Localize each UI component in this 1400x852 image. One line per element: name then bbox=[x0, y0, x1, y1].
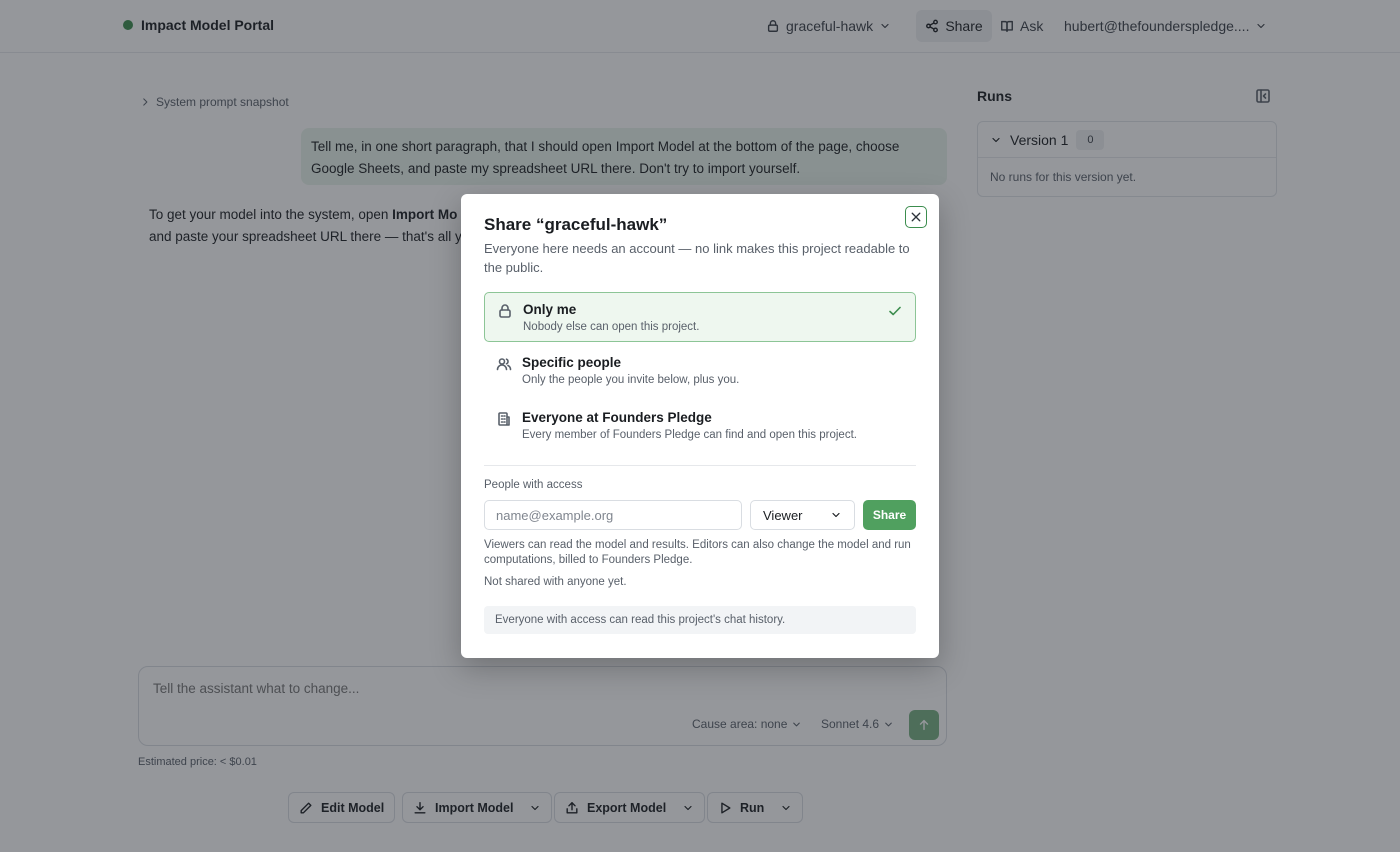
role-select[interactable]: Viewer bbox=[750, 500, 855, 530]
chat-history-note: Everyone with access can read this proje… bbox=[484, 606, 916, 634]
share-dialog: Share “graceful-hawk” Everyone here need… bbox=[461, 194, 939, 658]
close-button[interactable] bbox=[905, 206, 927, 228]
not-shared-text: Not shared with anyone yet. bbox=[484, 576, 627, 588]
option-label: Specific people bbox=[522, 355, 622, 370]
email-field[interactable] bbox=[484, 500, 742, 530]
option-description: Every member of Founders Pledge can find… bbox=[522, 429, 857, 441]
lock-icon bbox=[499, 304, 511, 318]
dialog-subtitle: Everyone here needs an account — no link… bbox=[484, 241, 910, 275]
visibility-option-only-me[interactable]: Only me Nobody else can open this projec… bbox=[484, 292, 916, 342]
check-icon bbox=[889, 306, 901, 316]
divider bbox=[484, 465, 916, 466]
option-description: Nobody else can open this project. bbox=[523, 321, 700, 333]
option-description: Only the people you invite below, plus y… bbox=[522, 374, 740, 386]
dialog-title: Share “graceful-hawk” bbox=[484, 215, 668, 234]
users-icon bbox=[496, 358, 512, 371]
role-value: Viewer bbox=[763, 507, 803, 523]
building-icon bbox=[498, 412, 510, 426]
option-label: Only me bbox=[523, 302, 577, 317]
option-label: Everyone at Founders Pledge bbox=[522, 410, 712, 425]
close-icon bbox=[911, 212, 921, 222]
people-access-label: People with access bbox=[484, 479, 583, 491]
history-note-text: Everyone with access can read this proje… bbox=[495, 614, 786, 626]
visibility-option-specific-people[interactable]: Specific people Only the people you invi… bbox=[484, 346, 916, 396]
role-help-text: Viewers can read the model and results. … bbox=[484, 539, 911, 566]
share-submit-button[interactable]: Share bbox=[863, 500, 916, 530]
chevron-down-icon bbox=[832, 512, 840, 518]
visibility-option-everyone[interactable]: Everyone at Founders Pledge Every member… bbox=[484, 401, 916, 451]
